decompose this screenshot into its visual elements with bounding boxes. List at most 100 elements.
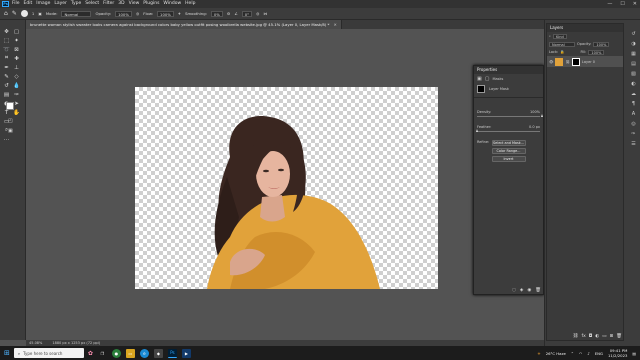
apply-mask-icon[interactable]: ◈: [520, 288, 523, 293]
feather-slider[interactable]: [475, 129, 540, 132]
character-icon[interactable]: A: [632, 111, 635, 117]
lasso-tool-icon[interactable]: ➰: [3, 46, 10, 53]
foreground-color-swatch[interactable]: [6, 102, 14, 110]
fx-icon[interactable]: fx: [581, 334, 585, 339]
load-selection-icon[interactable]: ◌: [512, 288, 516, 293]
paragraph-icon[interactable]: ¶: [632, 101, 635, 107]
move-tool-icon[interactable]: ✥: [3, 28, 10, 35]
quick-mask-icon[interactable]: ◰: [8, 118, 13, 124]
opacity-input[interactable]: 100%: [115, 10, 132, 17]
invert-button[interactable]: Invert: [491, 156, 526, 162]
language-indicator[interactable]: ENG: [595, 351, 603, 356]
symmetry-icon[interactable]: ⋈: [263, 11, 267, 16]
layer-opacity-input[interactable]: 100%: [593, 41, 610, 47]
gradients-icon[interactable]: ▤: [631, 61, 636, 67]
swatches-icon[interactable]: ▦: [631, 51, 636, 57]
feather-value[interactable]: 0.0 px: [529, 125, 540, 129]
screen-mode-icon[interactable]: ▣: [8, 128, 13, 134]
layer-thumbnail[interactable]: [555, 57, 564, 66]
wifi-icon[interactable]: ◠: [579, 351, 582, 356]
density-slider[interactable]: [477, 114, 543, 117]
properties-panel-title[interactable]: Properties: [474, 66, 543, 74]
kind-filter-select[interactable]: Kind: [552, 33, 567, 39]
menu-window[interactable]: Window: [163, 0, 181, 8]
mode-select[interactable]: Normal: [61, 10, 92, 17]
clock[interactable]: 09:41 PM 11/2/2023: [608, 348, 627, 358]
quick-select-tool-icon[interactable]: ✦: [13, 37, 20, 44]
weather-text[interactable]: 26°C Haze: [546, 351, 566, 356]
search-highlight-icon[interactable]: ✿: [88, 350, 93, 357]
edge-icon[interactable]: e: [139, 348, 149, 358]
layer-mask-thumbnail-small[interactable]: [571, 57, 580, 66]
pressure-opacity-icon[interactable]: ◎: [136, 11, 139, 16]
visibility-icon[interactable]: ◉: [527, 288, 531, 293]
app-icon[interactable]: ◆: [153, 348, 163, 358]
artboard-tool-icon[interactable]: ▢: [13, 28, 20, 35]
eye-icon[interactable]: 👁: [549, 60, 553, 64]
fill-input[interactable]: 100%: [588, 49, 605, 55]
flow-input[interactable]: 100%: [157, 10, 174, 17]
windows-start-icon[interactable]: ⊞: [4, 349, 10, 357]
photoshop-logo[interactable]: Ps: [2, 1, 9, 7]
edit-toolbar-icon[interactable]: ⋯: [3, 136, 10, 143]
taskbar-search[interactable]: ⌕ Type here to search: [13, 348, 84, 358]
healing-tool-icon[interactable]: ✚: [13, 55, 20, 62]
document-tab[interactable]: brunette woman stylish sweater looks cam…: [26, 20, 342, 29]
tray-chevron-icon[interactable]: ⌃: [571, 351, 574, 356]
menu-file[interactable]: File: [12, 0, 20, 8]
lock-icon[interactable]: 🔒: [560, 50, 564, 54]
density-value[interactable]: 100%: [530, 110, 540, 114]
libraries-icon[interactable]: ☁: [631, 91, 636, 97]
layer-name[interactable]: Layer 0: [582, 60, 595, 64]
patterns-icon[interactable]: ▧: [631, 71, 636, 77]
volume-icon[interactable]: ♪: [587, 351, 589, 356]
adjustments-icon[interactable]: ◐: [631, 81, 635, 87]
pixel-mask-icon[interactable]: ▣: [477, 76, 482, 82]
paths-icon[interactable]: ✑: [631, 131, 635, 137]
media-app-icon[interactable]: ▶: [181, 348, 191, 358]
trash-icon[interactable]: 🗑: [535, 288, 541, 293]
angle-input[interactable]: 0°: [241, 10, 253, 17]
menu-image[interactable]: Image: [36, 0, 50, 8]
smoothing-options-icon[interactable]: ⚙: [227, 11, 230, 16]
home-icon[interactable]: ⌂: [4, 10, 8, 17]
adjustment-icon[interactable]: ◐: [595, 334, 599, 339]
brush-settings-icon[interactable]: ▣: [38, 11, 42, 16]
menu-filter[interactable]: Filter: [103, 0, 114, 8]
channels-icon[interactable]: ◎: [631, 121, 635, 127]
notifications-icon[interactable]: ▤: [632, 351, 636, 356]
marquee-tool-icon[interactable]: ⬚: [3, 37, 10, 44]
link-icon[interactable]: ⛓: [565, 60, 569, 64]
brush-preset-picker[interactable]: [20, 10, 28, 17]
gradient-tool-icon[interactable]: ▤: [3, 91, 10, 98]
file-explorer-icon[interactable]: ▭: [125, 348, 135, 358]
frame-tool-icon[interactable]: ⊠: [13, 46, 20, 53]
brush-tool-icon[interactable]: ✎: [12, 10, 17, 17]
maximize-button[interactable]: ☐: [620, 0, 624, 8]
photoshop-taskbar-icon[interactable]: Ps: [167, 348, 177, 358]
link-layers-icon[interactable]: ⛓: [573, 334, 579, 339]
menu-help[interactable]: Help: [185, 0, 195, 8]
path-select-tool-icon[interactable]: ➤: [13, 100, 20, 107]
brush-tool-icon[interactable]: ✎: [3, 73, 10, 80]
close-window-button[interactable]: ✕: [633, 0, 637, 8]
airbrush-icon[interactable]: ✈: [178, 11, 181, 16]
density-slider-handle[interactable]: [540, 114, 543, 117]
add-mask-icon[interactable]: ◘: [589, 334, 593, 339]
history-icon[interactable]: ↺: [631, 31, 635, 37]
delete-layer-icon[interactable]: 🗑: [616, 334, 622, 339]
type-tool-icon[interactable]: T: [3, 109, 10, 116]
menu-layer[interactable]: Layer: [54, 0, 67, 8]
close-icon[interactable]: ✕: [334, 22, 337, 27]
layer-row[interactable]: 👁 ⛓ Layer 0: [547, 56, 623, 67]
menu-select[interactable]: Select: [85, 0, 99, 8]
blend-mode-select[interactable]: Normal: [549, 41, 575, 47]
eraser-tool-icon[interactable]: ◇: [13, 73, 20, 80]
minimize-button[interactable]: —: [607, 0, 612, 8]
crop-tool-icon[interactable]: ⌗: [3, 55, 10, 62]
task-view-icon[interactable]: ❐: [98, 349, 107, 358]
pressure-size-icon[interactable]: ◎: [256, 11, 259, 16]
smoothing-input[interactable]: 0%: [210, 10, 223, 17]
menu-view[interactable]: View: [129, 0, 140, 8]
eyedropper-tool-icon[interactable]: ✒: [3, 64, 10, 71]
